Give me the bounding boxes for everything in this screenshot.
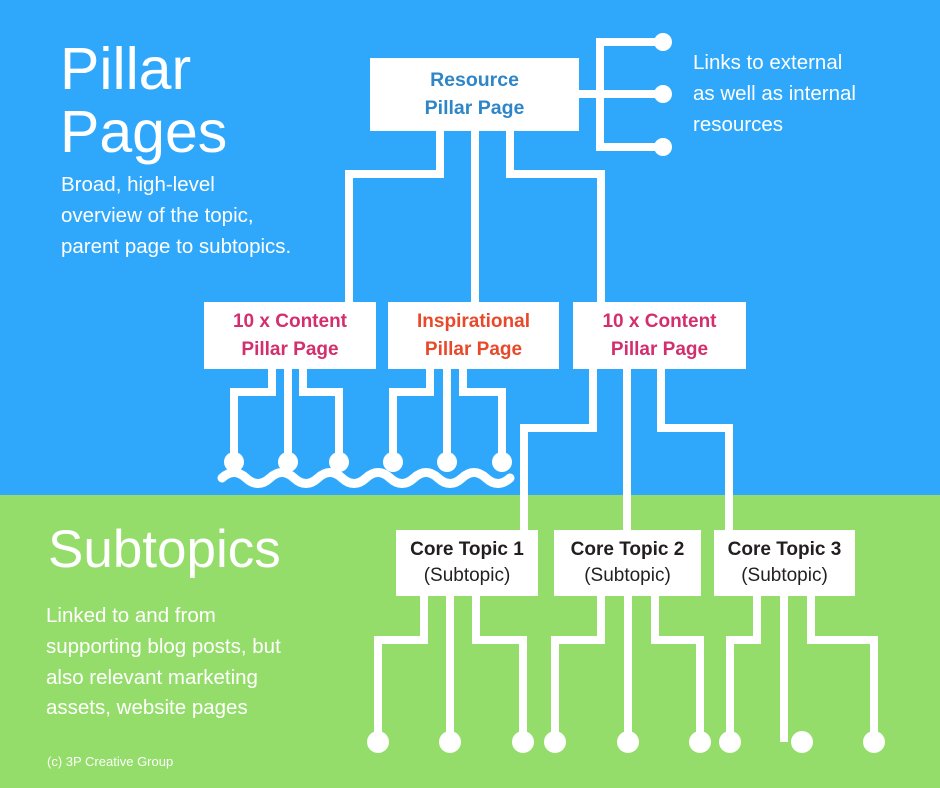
subtopics-section-description: Linked to and from supporting blog posts… xyxy=(46,604,281,720)
pillar-section-title: Pillar Pages xyxy=(60,36,228,165)
node-core-topic-3[interactable]: Core Topic 3 (Subtopic) xyxy=(714,530,855,596)
node-core-1-line-1: Core Topic 1 xyxy=(410,539,524,561)
credit-line: (c) 3P Creative Group xyxy=(47,754,174,769)
external-links-note: Links to external as well as internal re… xyxy=(693,51,856,137)
node-inspirational-line-2: Pillar Page xyxy=(424,338,523,360)
node-resource-line-1: Resource xyxy=(430,68,519,91)
node-resource-pillar-page[interactable]: Resource Pillar Page xyxy=(370,58,579,131)
node-core-2-line-2: (Subtopic) xyxy=(584,565,671,586)
infographic-canvas: Pillar Pages Broad, high-level overview … xyxy=(0,0,940,788)
subtopics-section-title: Subtopics xyxy=(48,520,281,579)
node-core-2-line-1: Core Topic 2 xyxy=(570,539,685,561)
node-content-left-line-1: 10 x Content xyxy=(232,311,348,333)
pillar-section-description: Broad, high-level overview of the topic,… xyxy=(61,173,292,258)
node-inspirational-pillar-page[interactable]: Inspirational Pillar Page xyxy=(388,302,559,369)
node-core-3-line-2: (Subtopic) xyxy=(741,565,828,586)
node-core-1-line-2: (Subtopic) xyxy=(423,565,511,586)
node-content-pillar-page-left[interactable]: 10 x Content Pillar Page xyxy=(204,302,376,369)
node-content-right-line-1: 10 x Content xyxy=(602,311,717,333)
node-content-right-line-2: Pillar Page xyxy=(610,338,709,360)
node-core-3-line-1: Core Topic 3 xyxy=(727,539,842,561)
node-resource-line-2: Pillar Page xyxy=(424,96,525,119)
node-inspirational-line-1: Inspirational xyxy=(417,311,530,333)
node-core-topic-2[interactable]: Core Topic 2 (Subtopic) xyxy=(554,530,701,596)
node-core-topic-1[interactable]: Core Topic 1 (Subtopic) xyxy=(396,530,538,596)
node-content-pillar-page-right[interactable]: 10 x Content Pillar Page xyxy=(573,302,746,369)
node-content-left-line-2: Pillar Page xyxy=(241,338,339,360)
